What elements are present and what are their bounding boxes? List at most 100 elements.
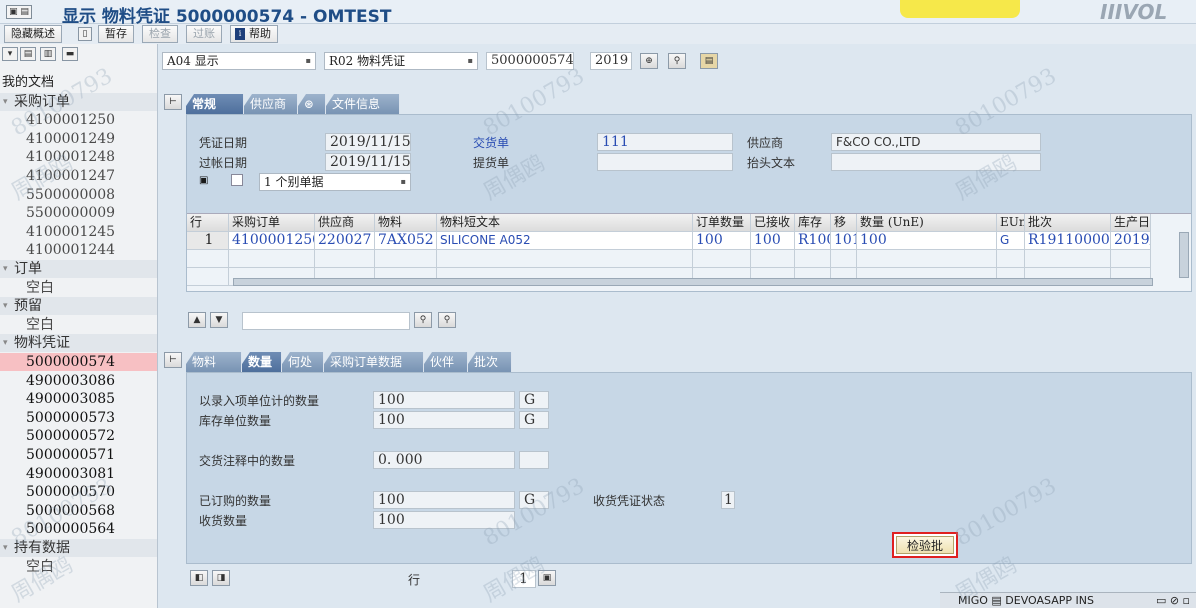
notes-icon[interactable]: ▤ [700,53,718,69]
collapse-detail-icon[interactable]: ⊢ [164,352,182,368]
table-cell[interactable]: 220027 [315,232,375,250]
tree-root[interactable]: 我的文档 [0,74,157,92]
column-header[interactable]: 行 [187,214,229,232]
post-date-field[interactable]: 2019/11/15 [325,153,411,171]
column-header[interactable]: 物料短文本 [437,214,693,232]
table-cell[interactable]: 100 [857,232,997,250]
tree-expand-icon[interactable]: ▾ [3,260,8,278]
tree-item-doc[interactable]: 5000000568 [0,502,157,520]
tab-file-info[interactable]: 文件信息 [326,94,400,114]
tree-item-doc[interactable]: 4100001249 [0,130,157,148]
tree-item-doc[interactable]: 4100001244 [0,241,157,259]
tree-group-header[interactable]: ▾ 采购订单 [0,92,157,111]
tree-item-doc[interactable]: 5500000008 [0,186,157,204]
table-cell[interactable]: 100 [751,232,795,250]
tree-item-doc[interactable]: 4900003081 [0,465,157,483]
tree-item-doc[interactable]: 空白 [0,558,157,576]
tree-item-doc[interactable]: 5000000571 [0,446,157,464]
vendor-field[interactable]: F&CO CO.,LTD [831,133,1041,151]
tree-expand-icon[interactable]: ▾ [3,539,8,557]
window-menu-icon[interactable]: ▣ ▤ [6,5,32,19]
header-text-field[interactable] [831,153,1041,171]
find-next-icon[interactable]: ⚲ [438,312,456,328]
tree-item-doc[interactable]: 4900003085 [0,390,157,408]
column-header[interactable]: 采购订单 [229,214,315,232]
table-cell[interactable]: R100 [795,232,831,250]
qty-ordered-unit[interactable]: G [519,491,549,509]
tree-item-doc[interactable]: 空白 [0,279,157,297]
document-icon[interactable]: ▯ [78,27,92,41]
table-cell[interactable]: 1 [187,232,229,250]
qty-stock-field[interactable]: 100 [373,411,515,429]
delivery-note-field[interactable]: 111 [597,133,733,151]
table-cell[interactable]: R191100004 [1025,232,1111,250]
expand-item-icon[interactable]: ▲ [188,312,206,328]
tree-toolbar-icon-2[interactable]: ▤ [20,47,36,61]
tab-batch[interactable]: 批次 [468,352,512,372]
tree-item-doc[interactable]: 4100001247 [0,167,157,185]
tree-group-header[interactable]: ▾ 预留 [0,297,157,316]
tree-item-doc[interactable]: 4100001248 [0,148,157,166]
collapse-header-icon[interactable]: ⊢ [164,94,182,110]
vertical-scrollbar[interactable] [1179,232,1189,278]
tab-attachment-icon[interactable]: ⊛ [298,94,326,114]
line-go-icon[interactable]: ▣ [538,570,556,586]
column-header[interactable]: 数量 (UnE) [857,214,997,232]
gr-status-field[interactable]: 1 [721,491,735,509]
help-button[interactable]: i 帮助 [230,25,278,43]
doc-date-field[interactable]: 2019/11/15 [325,133,411,151]
tab-partner[interactable]: 伙伴 [424,352,468,372]
print-option-dropdown[interactable]: 1 个别单据 ▪ [259,173,411,191]
qty-received-field[interactable]: 100 [373,511,515,529]
column-header[interactable]: 物料 [375,214,437,232]
item-search-field[interactable] [242,312,410,330]
table-cell[interactable]: 100 [693,232,751,250]
tree-group-header[interactable]: ▾ 订单 [0,260,157,278]
qty-delivery-unit[interactable] [519,451,549,469]
table-cell[interactable]: G [997,232,1025,250]
qty-ordered-field[interactable]: 100 [373,491,515,509]
reference-dropdown[interactable]: R02 物料凭证 ▪ [324,52,478,70]
action-dropdown[interactable]: A04 显示 ▪ [162,52,316,70]
qty-stock-unit[interactable]: G [519,411,549,429]
line-field[interactable]: 1 [512,570,536,588]
tab-where[interactable]: 何处 [282,352,324,372]
inspection-lot-button[interactable]: 检验批 [896,536,954,554]
column-header[interactable]: 移 [831,214,857,232]
tab-general[interactable]: 常规 [186,94,244,114]
post-button[interactable]: 过账 [186,25,222,43]
column-header[interactable]: 库存 [795,214,831,232]
table-cell[interactable]: 4100001250 [229,232,315,250]
horizontal-scrollbar[interactable] [233,278,1153,286]
check-button[interactable]: 检查 [142,25,178,43]
qty-delivery-field[interactable]: 0. 000 [373,451,515,469]
tree-item-doc[interactable]: 5000000564 [0,520,157,538]
column-header[interactable]: 订单数量 [693,214,751,232]
tab-vendor[interactable]: 供应商 [244,94,298,114]
column-header[interactable]: 生产日期 [1111,214,1151,232]
tree-item-doc[interactable]: 5500000009 [0,204,157,222]
table-cell[interactable]: 2019/1 [1111,232,1151,250]
print-checkbox[interactable] [231,174,243,186]
tree-toolbar-icon-3[interactable]: ▥ [40,47,56,61]
collapse-item-icon[interactable]: ▼ [210,312,228,328]
tab-po-data[interactable]: 采购订单数据 [324,352,424,372]
column-header[interactable]: 已接收 [751,214,795,232]
year-field[interactable]: 2019 [590,52,632,70]
tab-quantity[interactable]: 数量 [242,352,282,372]
tree-item-doc[interactable]: 空白 [0,316,157,334]
column-header[interactable]: EUn [997,214,1025,232]
tab-material[interactable]: 物料 [186,352,242,372]
tree-expand-icon[interactable]: ▾ [3,334,8,352]
tree-item-doc[interactable]: 5000000573 [0,409,157,427]
qty-entry-field[interactable]: 100 [373,391,515,409]
find-icon[interactable]: ⚲ [414,312,432,328]
previous-item-icon[interactable]: ◧ [190,570,208,586]
tree-item-doc[interactable]: 5000000574 [0,353,157,371]
bill-of-lading-field[interactable] [597,153,733,171]
column-header[interactable]: 供应商 [315,214,375,232]
tree-group-header[interactable]: ▾ 物料凭证 [0,334,157,353]
table-cell[interactable]: SILICONE A052 [437,232,693,250]
tree-toolbar-icon-1[interactable]: ▾ [2,47,18,61]
tree-item-doc[interactable]: 4900003086 [0,372,157,390]
